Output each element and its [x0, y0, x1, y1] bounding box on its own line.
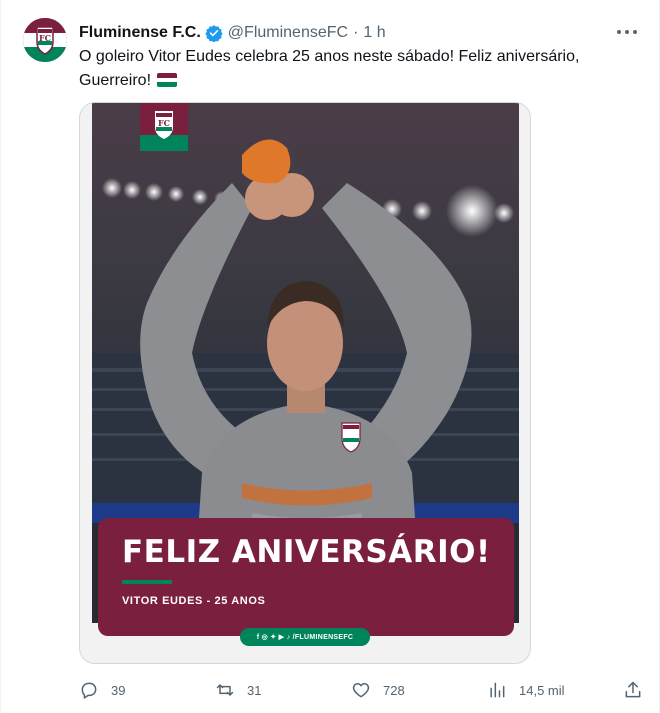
avatar[interactable]: FC [23, 18, 67, 62]
verified-icon [205, 24, 223, 43]
more-icon[interactable] [617, 22, 637, 42]
flag-emoji-icon [157, 73, 178, 87]
birthday-banner: FELIZ ANIVERSÁRIO! VITOR EUDES - 25 ANOS [98, 518, 514, 636]
tweet-text-content: O goleiro Vitor Eudes celebra 25 anos ne… [79, 48, 580, 89]
club-crest-badge: FC [140, 103, 188, 151]
share-icon [625, 681, 641, 698]
separator: · [353, 24, 359, 41]
reply-button[interactable]: 39 [79, 676, 125, 704]
display-name[interactable]: Fluminense F.C. [79, 24, 201, 42]
banner-title: FELIZ ANIVERSÁRIO! [122, 534, 491, 570]
tweet-text: O goleiro Vitor Eudes celebra 25 anos ne… [79, 45, 599, 93]
social-handle-tag: f ◎ ✦ ▶ ♪ /FLUMINENSEFC [240, 628, 370, 646]
tweet-header: Fluminense F.C. @FluminenseFC · 1 h [79, 22, 386, 44]
like-count: 728 [383, 682, 405, 698]
retweet-icon [216, 684, 234, 696]
svg-text:FC: FC [39, 33, 51, 43]
reply-count: 39 [111, 682, 126, 698]
like-button[interactable]: 728 [351, 676, 405, 704]
handle[interactable]: @FluminenseFC [228, 24, 348, 42]
banner-divider [122, 580, 172, 584]
tweet: FC Fluminense F.C. @FluminenseFC · 1 h O… [0, 0, 660, 713]
svg-text:FC: FC [158, 118, 170, 128]
views-icon [490, 682, 505, 698]
action-bar: 39 31 728 14,5 mil [79, 676, 645, 704]
timestamp[interactable]: 1 h [363, 24, 385, 42]
retweet-count: 31 [247, 682, 262, 698]
retweet-button[interactable]: 31 [215, 676, 261, 704]
views-button[interactable]: 14,5 mil [487, 676, 565, 704]
tweet-image[interactable]: FC FELIZ ANIVERSÁRIO! VITOR EUDES - 25 A… [79, 102, 531, 664]
heart-icon [352, 683, 370, 698]
share-button[interactable] [623, 676, 655, 704]
reply-icon [81, 682, 97, 699]
views-count: 14,5 mil [519, 682, 565, 698]
banner-subtitle: VITOR EUDES - 25 ANOS [122, 595, 266, 607]
